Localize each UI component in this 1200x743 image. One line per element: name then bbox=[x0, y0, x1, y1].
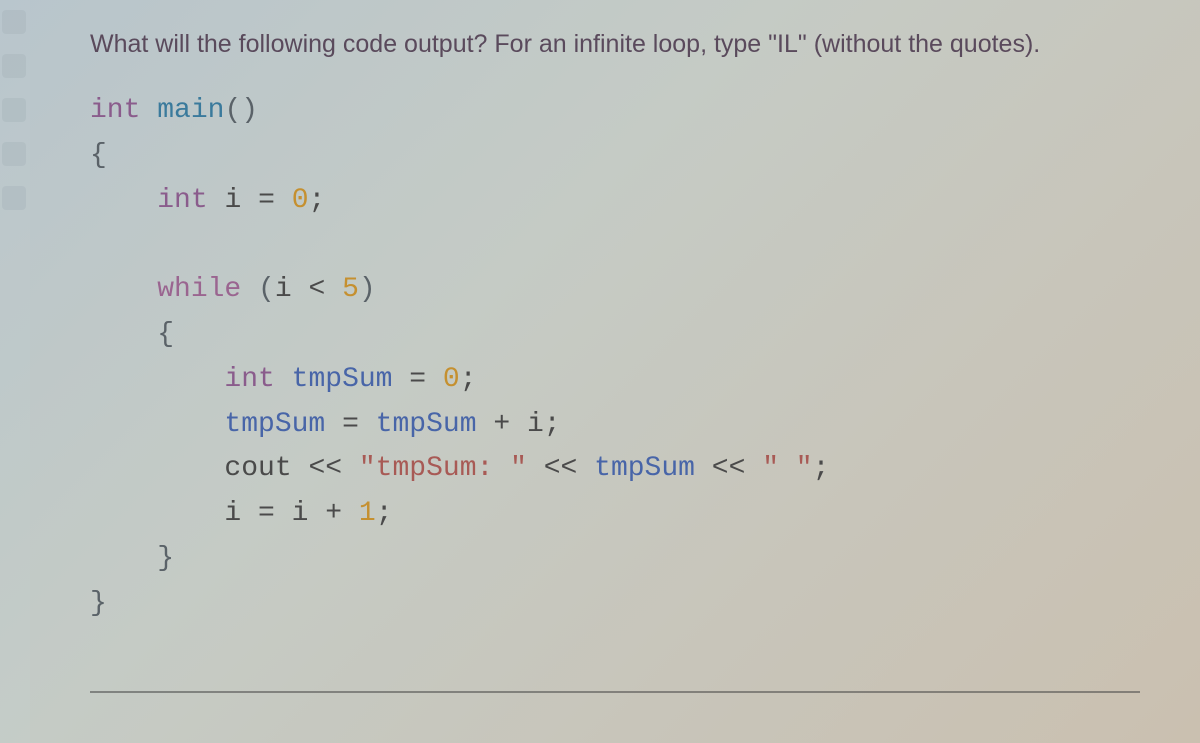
decorative-icon bbox=[2, 142, 26, 166]
question-text: What will the following code output? For… bbox=[90, 30, 1160, 59]
cout: cout bbox=[224, 453, 291, 484]
var-i: i bbox=[275, 274, 292, 305]
semicolon: ; bbox=[460, 364, 477, 395]
op-plus: + bbox=[493, 409, 510, 440]
decorative-icon bbox=[2, 186, 26, 210]
decorative-icon bbox=[2, 54, 26, 78]
semicolon: ; bbox=[813, 453, 830, 484]
op-equals: = bbox=[258, 498, 275, 529]
op-plus: + bbox=[325, 498, 342, 529]
literal-one: 1 bbox=[359, 498, 376, 529]
op-stream: << bbox=[712, 453, 746, 484]
var-tmpsum: tmpSum bbox=[224, 409, 325, 440]
open-brace: { bbox=[90, 140, 107, 171]
literal-zero: 0 bbox=[292, 185, 309, 216]
semicolon: ; bbox=[544, 409, 561, 440]
keyword-while: while bbox=[157, 274, 241, 305]
string-space: " " bbox=[762, 453, 812, 484]
keyword-int: int bbox=[224, 364, 274, 395]
divider-line bbox=[90, 691, 1140, 693]
close-brace: } bbox=[90, 588, 107, 619]
open-paren: ( bbox=[258, 274, 275, 305]
open-brace: { bbox=[157, 319, 174, 350]
op-lt: < bbox=[308, 274, 325, 305]
content-area: What will the following code output? For… bbox=[90, 30, 1160, 627]
string-label: "tmpSum: " bbox=[359, 453, 527, 484]
var-i: i bbox=[527, 409, 544, 440]
function-main: main bbox=[157, 95, 224, 126]
code-block: int main() { int i = 0; while (i < 5) { … bbox=[90, 89, 1160, 627]
close-paren: ) bbox=[359, 274, 376, 305]
var-i: i bbox=[224, 185, 241, 216]
parens: () bbox=[224, 95, 258, 126]
close-brace: } bbox=[157, 543, 174, 574]
var-tmpsum: tmpSum bbox=[292, 364, 393, 395]
var-tmpsum: tmpSum bbox=[594, 453, 695, 484]
op-stream: << bbox=[308, 453, 342, 484]
keyword-int: int bbox=[90, 95, 140, 126]
op-equals: = bbox=[409, 364, 426, 395]
var-i: i bbox=[224, 498, 241, 529]
var-tmpsum: tmpSum bbox=[376, 409, 477, 440]
literal-five: 5 bbox=[342, 274, 359, 305]
left-decorative-bar bbox=[0, 0, 30, 743]
semicolon: ; bbox=[309, 185, 326, 216]
decorative-icon bbox=[2, 98, 26, 122]
semicolon: ; bbox=[376, 498, 393, 529]
op-equals: = bbox=[258, 185, 275, 216]
keyword-int: int bbox=[157, 185, 207, 216]
var-i: i bbox=[292, 498, 309, 529]
decorative-icon bbox=[2, 10, 26, 34]
op-stream: << bbox=[544, 453, 578, 484]
op-equals: = bbox=[342, 409, 359, 440]
literal-zero: 0 bbox=[443, 364, 460, 395]
